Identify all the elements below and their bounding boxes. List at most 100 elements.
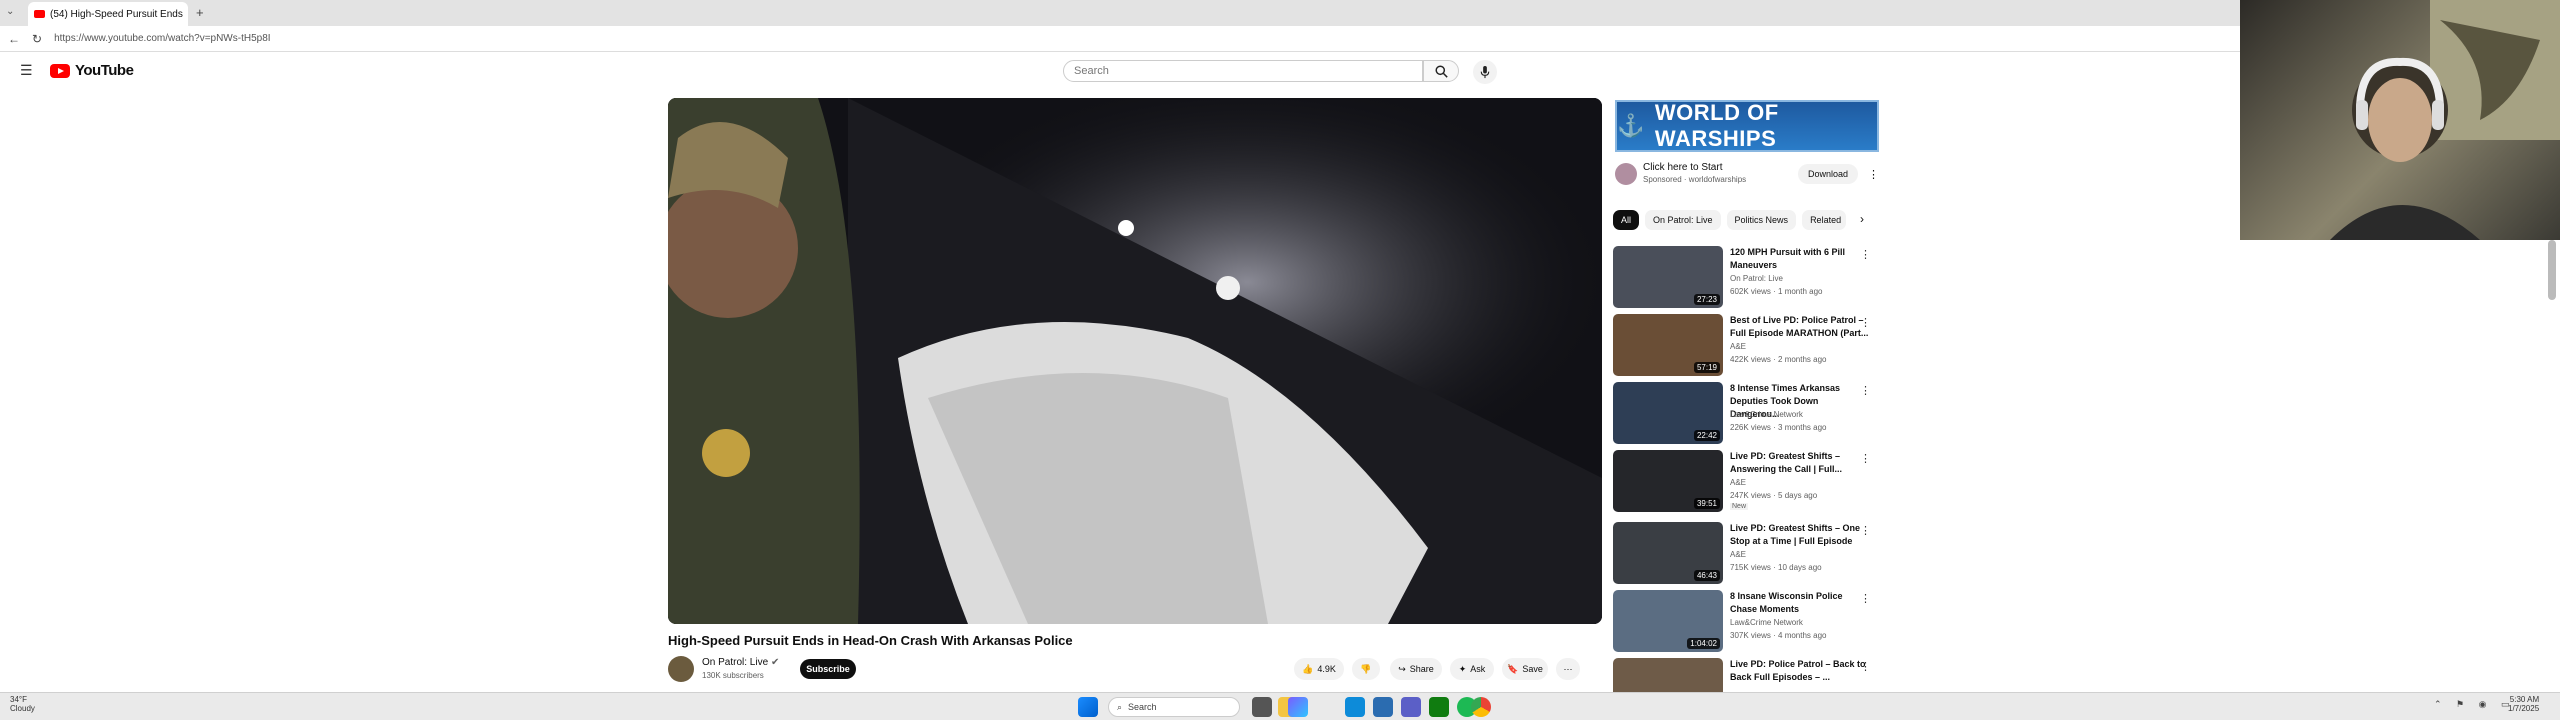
related-video-item[interactable]: 27:23 120 MPH Pursuit with 6 Pill Maneuve… [1613,246,1883,310]
related-video-title[interactable]: Live PD: Greatest Shifts – One Stop at a… [1730,522,1870,548]
subscribe-button[interactable]: Subscribe [800,659,856,679]
system-tray-icons[interactable]: ⌃ ⚑ ◉ ▭ [2434,699,2515,710]
ad-download-button[interactable]: Download [1798,164,1858,184]
related-video-channel[interactable]: A&E [1730,342,1746,351]
windows-start-icon[interactable] [1078,697,1098,717]
related-video-meta: 226K views · 3 months ago [1730,423,1827,432]
chips-next-arrow-icon[interactable]: › [1860,212,1864,226]
video-options-icon[interactable]: ⋮ [1860,524,1871,537]
related-video-channel[interactable]: Law&Crime Network [1730,618,1803,627]
weather-temp: 34°F [10,695,35,704]
related-video-item[interactable]: 46:43 Live PD: Greatest Shifts – One Stop… [1613,522,1883,586]
share-icon: ↪ [1398,664,1406,675]
video-title: High-Speed Pursuit Ends in Head-On Crash… [668,633,1073,648]
search-button[interactable] [1423,60,1459,82]
ad-info-row[interactable]: Click here to Start Sponsored · worldofw… [1615,158,1879,190]
like-button[interactable]: 👍4.9K [1294,658,1344,680]
task-view-icon[interactable] [1252,697,1272,717]
logo-text: YouTube [75,62,133,79]
new-tab-button[interactable]: + [196,5,204,20]
related-video-item[interactable]: 57:19 Best of Live PD: Police Patrol – Fu… [1613,314,1883,378]
video-options-icon[interactable]: ⋮ [1860,248,1871,261]
thumbs-up-icon: 👍 [1302,664,1313,675]
search-input[interactable]: Search [1063,60,1423,82]
weather-widget[interactable]: 34°F Cloudy [10,695,35,713]
more-actions-button[interactable]: ⋯ [1556,658,1580,680]
taskbar-clock[interactable]: 5:30 AM 1/7/2025 [2508,695,2539,713]
url-text[interactable]: https://www.youtube.com/watch?v=pNWs-tH5… [54,33,270,44]
chip-politics-news[interactable]: Politics News [1727,210,1797,230]
related-video-item[interactable]: 39:51 Live PD: Greatest Shifts – Answerin… [1613,450,1883,514]
chip-on-patrol-live[interactable]: On Patrol: Live [1645,210,1721,230]
copilot-icon[interactable] [1288,697,1308,717]
save-label: Save [1522,664,1543,674]
teams-icon[interactable] [1401,697,1421,717]
video-options-icon[interactable]: ⋮ [1860,384,1871,397]
youtube-play-icon [50,64,70,78]
tab-title: (54) High-Speed Pursuit Ends [50,9,183,20]
reload-icon[interactable]: ↻ [32,32,42,46]
advertiser-avatar [1615,163,1637,185]
tab-list-chevron-icon[interactable]: ⌄ [6,6,14,17]
channel-name[interactable]: On Patrol: Live ✔ [702,657,779,668]
channel-avatar[interactable] [668,656,694,682]
menu-hamburger-icon[interactable]: ☰ [20,62,33,79]
xbox-icon[interactable] [1429,697,1449,717]
bookmark-icon: 🔖 [1507,664,1518,675]
page-scrollbar[interactable] [2548,240,2556,300]
video-options-icon[interactable]: ⋮ [1860,660,1871,673]
store-icon[interactable] [1373,697,1393,717]
ad-more-icon[interactable]: ⋮ [1868,168,1879,181]
video-thumbnail[interactable]: 46:43 [1613,522,1723,584]
video-thumbnail[interactable]: 27:23 [1613,246,1723,308]
ad-sponsor: Sponsored · worldofwarships [1643,174,1746,186]
save-button[interactable]: 🔖 Save [1502,658,1548,680]
video-thumbnail[interactable]: 57:19 [1613,314,1723,376]
related-video-channel[interactable]: A&E [1730,478,1746,487]
address-bar[interactable]: ← ↻ https://www.youtube.com/watch?v=pNWs… [0,26,2240,52]
ad-banner-text: WORLD OF WARSHIPS [1655,100,1877,152]
related-video-item[interactable]: 1:04:02 8 Insane Wisconsin Police Chase M… [1613,590,1883,654]
related-video-title[interactable]: 120 MPH Pursuit with 6 Pill Maneuvers [1730,246,1870,272]
share-button[interactable]: ↪Share [1390,658,1442,680]
chip-related[interactable]: Related [1802,210,1846,230]
chrome-icon[interactable] [1471,697,1491,717]
video-options-icon[interactable]: ⋮ [1860,592,1871,605]
ask-button[interactable]: ✦Ask [1450,658,1494,680]
back-arrow-icon[interactable]: ← [8,32,20,46]
related-video-title[interactable]: Live PD: Greatest Shifts – Answering the… [1730,450,1870,476]
browser-tab[interactable]: (54) High-Speed Pursuit Ends × [28,2,188,26]
video-options-icon[interactable]: ⋮ [1860,452,1871,465]
video-player[interactable] [668,98,1602,624]
ask-label: Ask [1470,664,1485,674]
related-video-title[interactable]: Best of Live PD: Police Patrol – Full Ep… [1730,314,1870,340]
video-thumbnail[interactable]: 22:42 [1613,382,1723,444]
dislike-button[interactable]: 👎 [1352,658,1380,680]
video-thumbnail[interactable]: 39:51 [1613,450,1723,512]
video-duration: 39:51 [1694,498,1720,509]
ad-text: Click here to Start Sponsored · worldofw… [1643,162,1746,186]
related-video-title[interactable]: 8 Insane Wisconsin Police Chase Moments [1730,590,1870,616]
ad-banner[interactable]: ⚓ WORLD OF WARSHIPS [1615,100,1879,152]
subscriber-count: 130K subscribers [702,671,764,680]
edge-browser-icon[interactable] [1345,697,1365,717]
related-video-meta: 307K views · 4 months ago [1730,631,1827,640]
related-video-channel[interactable]: On Patrol: Live [1730,274,1783,283]
video-options-icon[interactable]: ⋮ [1860,316,1871,329]
youtube-favicon-icon [34,10,45,18]
ad-title: Click here to Start [1643,162,1722,173]
related-video-channel[interactable]: Law&Crime Network [1730,410,1803,419]
video-thumbnail[interactable]: 1:04:02 [1613,590,1723,652]
related-video-meta: 602K views · 1 month ago [1730,287,1823,296]
related-video-title[interactable]: Live PD: Police Patrol – Back to Back Fu… [1730,658,1870,684]
taskbar-search[interactable]: ⌕ Search [1108,697,1240,717]
youtube-logo[interactable]: YouTube [50,62,133,79]
clock-time: 5:30 AM [2508,695,2539,704]
related-video-item[interactable]: 22:428 Intense Times Arkansas Deputies T… [1613,382,1883,446]
voice-search-button[interactable] [1473,60,1497,84]
chip-all[interactable]: All [1613,210,1639,230]
video-duration: 1:04:02 [1687,638,1720,649]
search-icon [1435,65,1448,78]
video-duration: 46:43 [1694,570,1720,581]
related-video-channel[interactable]: A&E [1730,550,1746,559]
